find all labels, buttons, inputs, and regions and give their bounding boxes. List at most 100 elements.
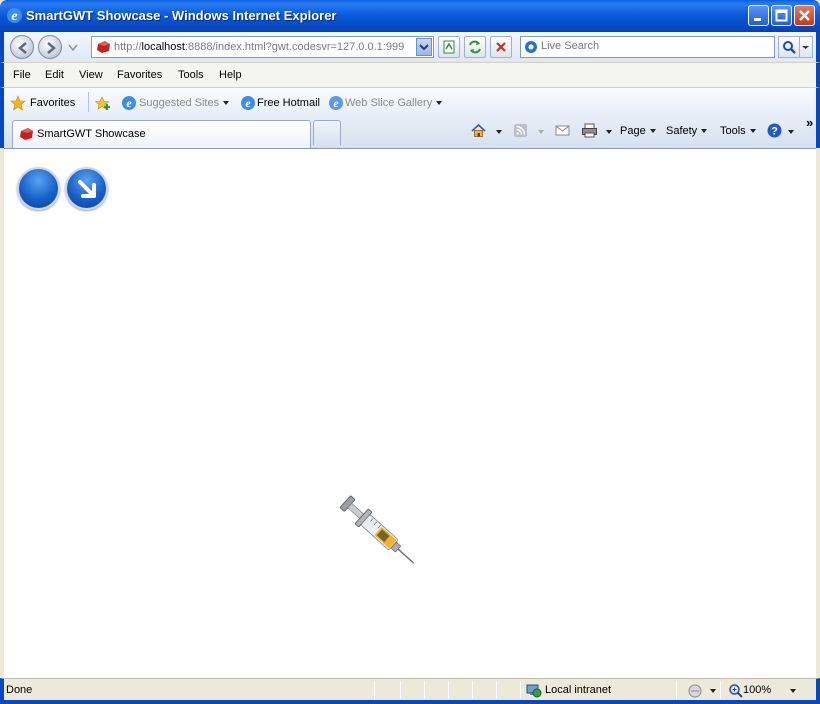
print-dropdown-icon[interactable] (606, 130, 612, 134)
blue-circle-button[interactable] (17, 167, 60, 210)
page-dropdown-icon (649, 129, 656, 134)
toolbar-overflow-chevron[interactable]: » (806, 115, 813, 130)
close-window-button[interactable] (794, 5, 815, 26)
maximize-button[interactable] (771, 5, 792, 26)
window-title: SmartGWT Showcase - Windows Internet Exp… (26, 8, 337, 23)
svg-text:e: e (333, 96, 339, 110)
syringe-icon[interactable] (326, 481, 430, 581)
page-content (4, 148, 816, 678)
help-dropdown-icon[interactable] (788, 130, 794, 134)
small-chevron-down-icon (802, 46, 809, 49)
status-separator (448, 681, 449, 699)
web-slice-gallery-link[interactable]: Web Slice Gallery (345, 97, 443, 109)
favorites-separator (88, 92, 89, 112)
protected-mode-icon[interactable] (687, 683, 705, 699)
minimize-icon (754, 18, 761, 21)
free-hotmail-link[interactable]: Free Hotmail (257, 97, 320, 109)
forward-arrow-icon (47, 42, 56, 54)
page-favicon-icon (97, 41, 110, 53)
tab-label: SmartGWT Showcase (37, 128, 146, 140)
menu-view[interactable]: View (79, 69, 103, 81)
close-icon (799, 10, 810, 21)
maximize-icon (775, 9, 788, 22)
arrow-down-right-button[interactable] (65, 167, 108, 210)
favorites-button[interactable]: Favorites (30, 97, 75, 109)
menu-file[interactable]: File (13, 69, 31, 81)
safety-menu-button[interactable]: Safety (666, 125, 708, 137)
zoom-dropdown-icon[interactable] (790, 689, 796, 693)
minimize-button[interactable] (748, 5, 769, 26)
back-arrow-icon (18, 42, 27, 54)
zoom-level[interactable]: 100% (743, 684, 771, 696)
refresh-button[interactable] (464, 36, 486, 58)
compatibility-view-button[interactable] (438, 36, 460, 58)
menu-bar: File Edit View Favorites Tools Help (0, 62, 820, 87)
tab-smartgwt-showcase[interactable]: SmartGWT Showcase (12, 120, 311, 148)
menu-help[interactable]: Help (219, 69, 242, 81)
suggested-sites-link[interactable]: Suggested Sites (139, 97, 230, 109)
tab-favicon-icon (20, 128, 33, 140)
web-slice-dropdown-icon (436, 101, 443, 106)
recent-pages-chevron-icon[interactable] (68, 44, 78, 52)
menu-favorites[interactable]: Favorites (117, 69, 162, 81)
address-field[interactable]: http://localhost:8888/index.html?gwt.cod… (91, 36, 434, 58)
svg-text:?: ? (771, 126, 778, 138)
search-field[interactable] (520, 36, 775, 58)
live-search-logo-icon (525, 41, 537, 53)
menu-tools[interactable]: Tools (178, 69, 204, 81)
status-text: Done (6, 684, 33, 696)
stop-x-icon (496, 42, 506, 52)
safety-dropdown-icon (701, 129, 708, 134)
protected-mode-dropdown-icon[interactable] (710, 689, 716, 693)
tab-bar: SmartGWT Showcase Page Safety Tools ? » (0, 115, 820, 148)
chevron-down-icon (419, 44, 429, 51)
free-hotmail-ie-icon: e (241, 96, 255, 110)
suggested-sites-dropdown-icon (223, 101, 230, 106)
status-separator (720, 681, 721, 699)
new-tab-button[interactable] (313, 120, 341, 145)
search-input[interactable] (541, 40, 771, 52)
suggested-sites-ie-icon: e (122, 96, 136, 110)
svg-text:e: e (126, 96, 132, 110)
status-separator (374, 681, 375, 699)
zoom-magnifier-icon (729, 684, 743, 698)
add-favorite-star-icon[interactable] (95, 95, 111, 111)
status-separator (400, 681, 401, 699)
feeds-icon[interactable] (512, 122, 529, 139)
tools-menu-button[interactable]: Tools (720, 125, 756, 137)
refresh-icon (469, 40, 481, 54)
ie-logo-icon: e (7, 8, 22, 24)
address-toolbar: http://localhost:8888/index.html?gwt.cod… (0, 32, 820, 62)
tools-dropdown-icon (749, 129, 756, 134)
favorites-star-icon (10, 95, 26, 111)
web-slice-ie-icon: e (329, 96, 343, 110)
compatibility-view-icon (443, 40, 455, 54)
read-mail-icon[interactable] (554, 122, 571, 139)
local-intranet-globe-icon (526, 684, 542, 698)
favorites-bar: Favorites e Suggested Sites e Free Hotma… (0, 87, 820, 117)
feeds-dropdown-icon[interactable] (538, 130, 544, 134)
status-separator (676, 681, 677, 699)
stop-button[interactable] (490, 36, 512, 58)
home-dropdown-icon[interactable] (496, 130, 502, 134)
status-separator (472, 681, 473, 699)
status-separator (424, 681, 425, 699)
home-icon[interactable] (470, 122, 487, 139)
search-button[interactable] (778, 36, 800, 58)
address-dropdown-button[interactable] (416, 38, 432, 56)
forward-button[interactable] (38, 35, 62, 59)
status-separator (520, 681, 521, 699)
security-zone-label[interactable]: Local intranet (545, 684, 611, 696)
status-bar: Done Local intranet 100% (0, 678, 820, 704)
address-url: http://localhost:8888/index.html?gwt.cod… (114, 41, 405, 53)
magnifier-icon (783, 41, 796, 54)
help-icon[interactable]: ? (766, 122, 783, 139)
back-button[interactable] (10, 35, 34, 59)
title-bar: e SmartGWT Showcase - Windows Internet E… (0, 0, 820, 32)
arrow-down-right-icon (78, 180, 96, 198)
menu-edit[interactable]: Edit (45, 69, 64, 81)
search-options-button[interactable] (800, 36, 813, 58)
print-icon[interactable] (581, 122, 598, 139)
page-menu-button[interactable]: Page (620, 125, 656, 137)
svg-text:e: e (11, 9, 17, 24)
